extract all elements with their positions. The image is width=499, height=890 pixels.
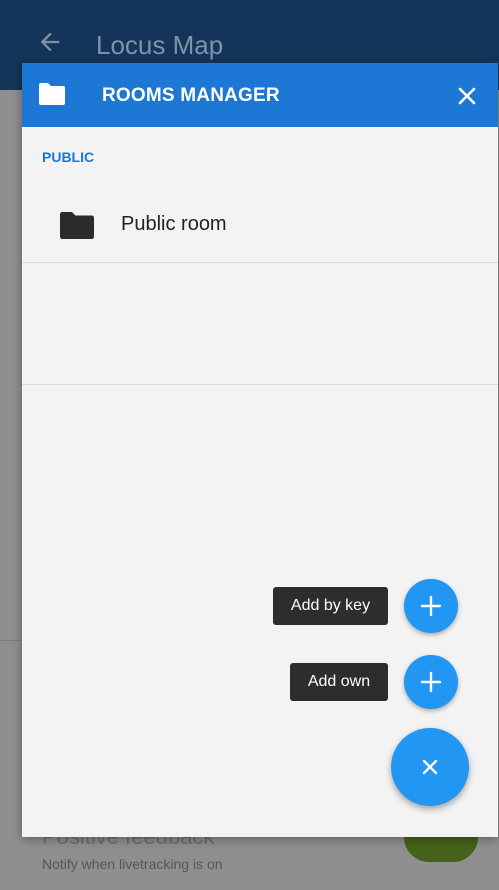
- dialog-header: ROOMS MANAGER: [22, 63, 498, 127]
- plus-icon: [420, 671, 442, 693]
- folder-icon: [60, 212, 94, 239]
- list-divider: [22, 384, 498, 385]
- folder-icon: [39, 83, 65, 105]
- rooms-manager-dialog: ROOMS MANAGER PUBLIC Public room Add by …: [22, 63, 498, 837]
- close-fab-button[interactable]: [391, 728, 469, 806]
- plus-icon: [420, 595, 442, 617]
- section-label-public: PUBLIC: [42, 149, 95, 165]
- dialog-title: ROOMS MANAGER: [102, 85, 280, 106]
- background-divider: [0, 640, 22, 641]
- screen: Locus Map Positive feedback Notify when …: [0, 0, 499, 890]
- close-button[interactable]: [447, 76, 487, 116]
- add-by-key-label[interactable]: Add by key: [273, 587, 388, 625]
- list-divider: [22, 262, 498, 263]
- close-icon: [458, 87, 476, 105]
- add-by-key-button[interactable]: [404, 579, 458, 633]
- close-icon: [422, 759, 438, 775]
- room-item-public-room[interactable]: Public room: [22, 189, 498, 261]
- room-label: Public room: [121, 213, 227, 235]
- app-title: Locus Map: [96, 30, 224, 60]
- back-arrow-icon[interactable]: [36, 28, 64, 56]
- background-setting-description: Notify when livetracking is on: [42, 856, 223, 872]
- add-own-button[interactable]: [404, 655, 458, 709]
- add-own-label[interactable]: Add own: [290, 663, 388, 701]
